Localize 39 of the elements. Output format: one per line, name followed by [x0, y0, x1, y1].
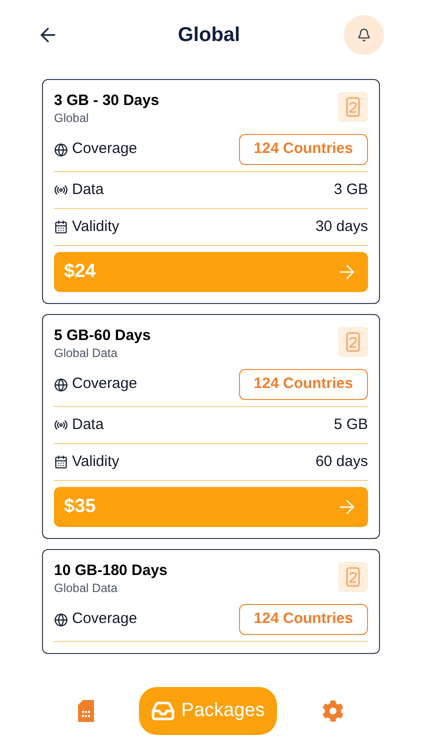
settings-icon — [322, 700, 344, 722]
row-label: Coverage — [72, 139, 138, 160]
globe-icon — [54, 612, 68, 626]
sim-badge-icon — [338, 92, 368, 122]
package-title: 5 GB-60 Days — [54, 327, 151, 345]
antenna-icon — [54, 418, 68, 432]
row-label: Validity — [72, 452, 120, 472]
calendar-icon — [54, 220, 68, 234]
sim-badge-icon — [338, 562, 368, 592]
globe-icon — [54, 142, 68, 156]
calendar-icon — [54, 455, 68, 469]
page-title: Global — [178, 23, 240, 48]
nav-tab[interactable]: Packages — [139, 687, 277, 735]
tray-icon — [151, 699, 176, 723]
countries-button[interactable]: 124 Countries — [238, 134, 368, 165]
countries-button[interactable]: 124 Countries — [238, 369, 368, 400]
row-value: 3 GB — [334, 180, 368, 200]
notification-button[interactable] — [344, 15, 384, 55]
package-subtitle: Global Data — [54, 580, 118, 596]
package-title: 10 GB-180 Days — [54, 562, 168, 580]
package-title: 3 GB - 30 Days — [54, 92, 160, 110]
globe-icon — [54, 378, 68, 392]
price-button[interactable]: $24 — [54, 252, 368, 292]
row-value: 5 GB — [334, 414, 368, 435]
row-label: Data — [72, 180, 104, 200]
sim-badge-icon — [338, 327, 368, 357]
package-subtitle: Global — [54, 110, 90, 126]
row-value: 30 days — [315, 216, 368, 237]
bell-icon — [356, 28, 371, 42]
price-button[interactable]: $35 — [54, 487, 368, 527]
row-label: Coverage — [72, 609, 138, 630]
row-label: Validity — [72, 216, 120, 237]
row-value: 60 days — [315, 452, 368, 472]
sim-card-icon — [78, 700, 94, 722]
row-label: Coverage — [72, 374, 138, 394]
package-subtitle: Global Data — [54, 345, 118, 361]
countries-button[interactable]: 124 Countries — [238, 604, 368, 635]
row-label: Data — [72, 414, 104, 435]
antenna-icon — [54, 183, 68, 197]
